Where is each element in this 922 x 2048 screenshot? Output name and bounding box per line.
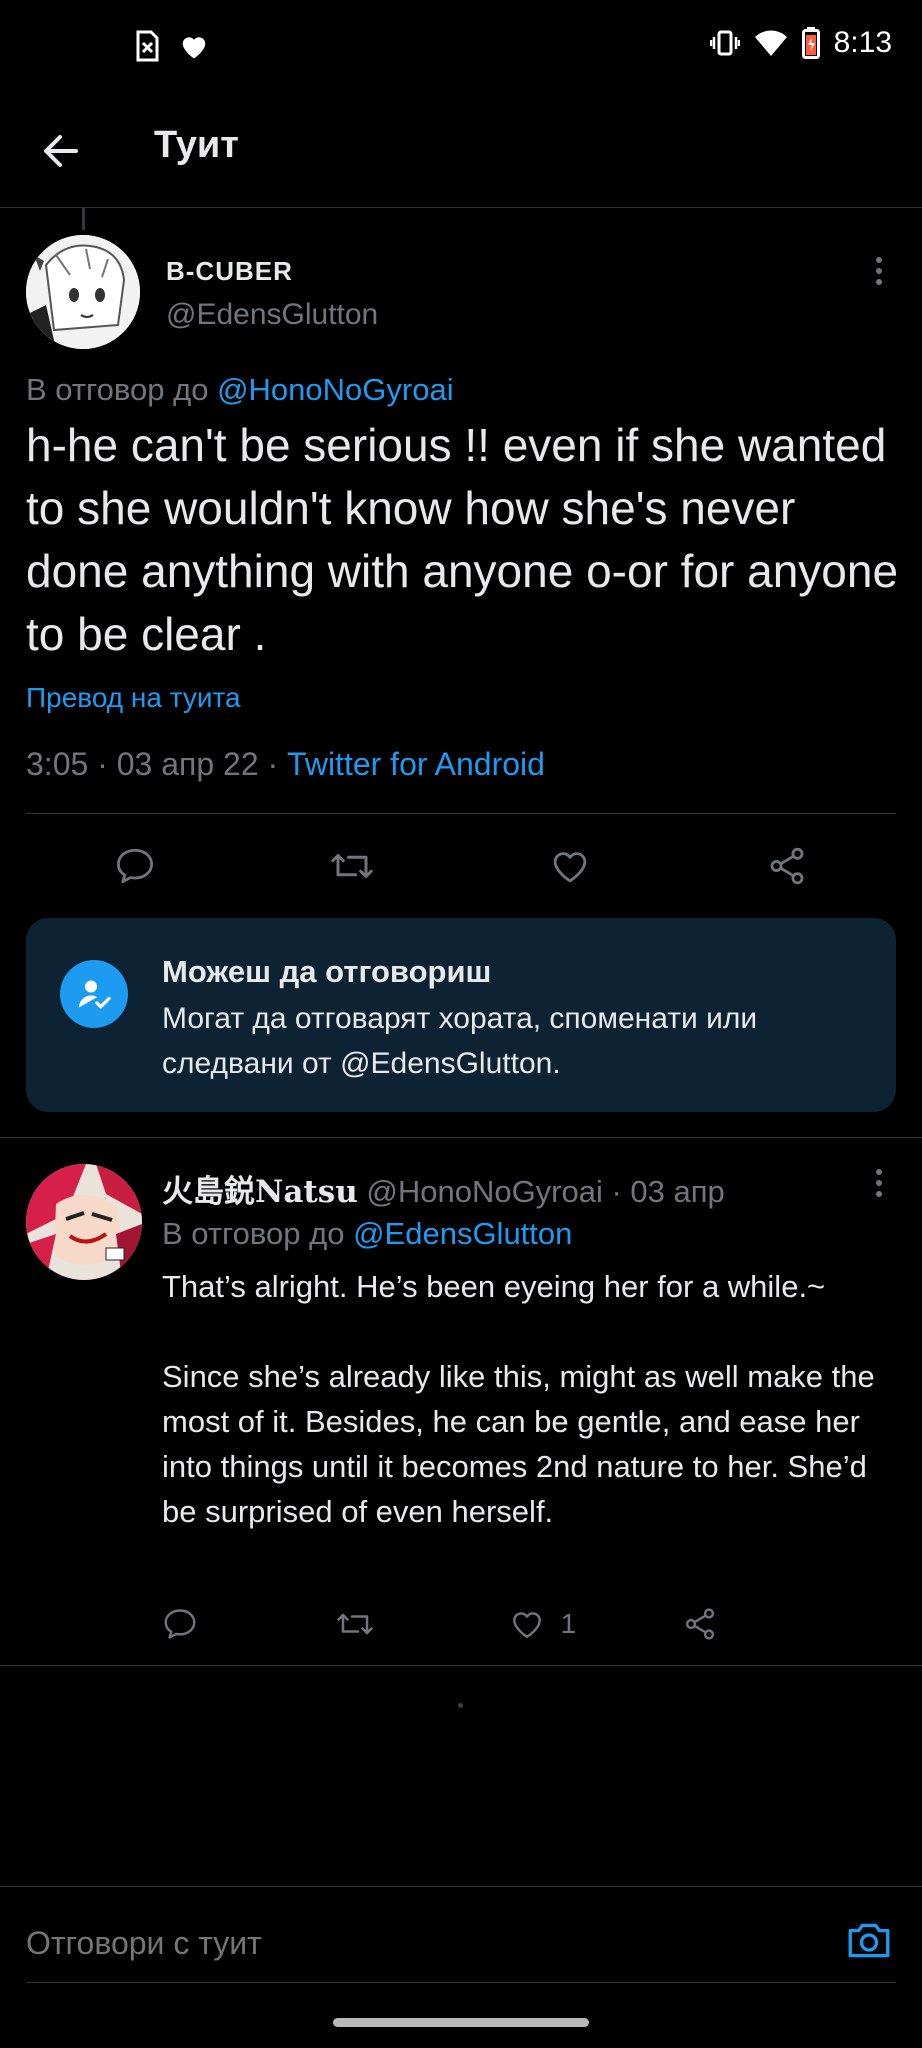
reply-to-link[interactable]: @EdensGlutton — [353, 1216, 572, 1251]
vibrate-icon — [709, 28, 740, 58]
reply-tweet-handle[interactable]: @HonoNoGyroai — [366, 1174, 603, 1209]
reply-tweet-actions: 1 — [162, 1598, 802, 1650]
info-body: Могат да отговарят хората, споменати или… — [162, 1002, 758, 1080]
sim-error-icon — [135, 30, 159, 62]
main-tweet-display-name[interactable]: B-CUBER — [166, 256, 293, 287]
status-bar: 8:13 — [0, 0, 922, 92]
like-icon — [512, 1612, 541, 1638]
main-tweet-avatar[interactable] — [26, 235, 140, 349]
reply-icon — [164, 1609, 196, 1639]
main-tweet-handle[interactable]: @EdensGlutton — [166, 298, 378, 332]
reply-paragraph: Since she’s already like this, might as … — [162, 1359, 875, 1529]
avatar-image — [26, 235, 140, 349]
status-left-icons — [135, 30, 209, 62]
back-button[interactable] — [36, 126, 86, 176]
like-icon — [553, 852, 587, 883]
info-title: Можеш да отговориш — [162, 954, 492, 989]
camera-button[interactable] — [844, 1915, 894, 1965]
reply-prefix: В отговор до — [162, 1216, 354, 1251]
retweet-button[interactable] — [322, 836, 382, 896]
share-button[interactable] — [682, 1594, 802, 1654]
main-tweet-text: h-he can't be serious !! even if she wan… — [26, 419, 899, 660]
reply-paragraph: That’s alright. He’s been eyeing her for… — [162, 1269, 826, 1304]
like-button[interactable]: 1 — [509, 1594, 629, 1654]
like-button[interactable] — [540, 836, 600, 896]
loading-dot — [458, 1703, 463, 1708]
reply-prefix: В отговор до — [26, 372, 218, 407]
reply-tweet-reply-context: В отговор до @EdensGlutton — [162, 1216, 572, 1252]
reply-button[interactable] — [105, 836, 165, 896]
reply-tweet-text: That’s alright. He’s been eyeing her for… — [162, 1264, 902, 1534]
share-button[interactable] — [757, 836, 817, 896]
share-icon — [770, 847, 804, 885]
translate-tweet-link[interactable]: Превод на туита — [26, 682, 241, 714]
reply-button[interactable] — [162, 1594, 282, 1654]
main-tweet-actions — [26, 814, 896, 918]
reply-input[interactable] — [26, 1925, 826, 1962]
main-tweet-timestamp: 3:05 · 03 апр 22 · — [26, 746, 288, 782]
person-check-icon — [60, 960, 128, 1028]
thread-line — [82, 208, 85, 230]
divider — [0, 1137, 922, 1138]
battery-low-icon — [801, 27, 820, 59]
main-tweet-meta: 3:05 · 03 апр 22 · Twitter for Android — [26, 746, 545, 783]
heart-icon — [179, 32, 209, 60]
retweet-icon — [331, 854, 373, 878]
main-tweet-reply-context: В отговор до @HonoNoGyroai — [26, 372, 454, 408]
retweet-button[interactable] — [335, 1594, 455, 1654]
main-tweet-more-button[interactable] — [864, 252, 894, 292]
avatar-image — [26, 1164, 142, 1280]
more-vertical-icon — [876, 1169, 882, 1197]
tweet-source-link[interactable]: Twitter for Android — [287, 746, 545, 782]
reply-tweet-header: 火島鋭Natsu @HonoNoGyroai · 03 апр — [162, 1166, 725, 1211]
arrow-left-icon — [44, 135, 78, 167]
status-right-icons: 8:13 — [709, 26, 892, 60]
reply-tweet-avatar[interactable] — [26, 1164, 142, 1280]
reply-to-link[interactable]: @HonoNoGyroai — [217, 372, 454, 407]
reply-tweet-more-button[interactable] — [864, 1164, 894, 1204]
compose-underline — [26, 1982, 896, 1983]
home-indicator[interactable] — [333, 2018, 589, 2027]
camera-icon — [848, 1923, 890, 1958]
divider — [0, 1665, 922, 1666]
wifi-icon — [754, 29, 788, 57]
reply-tweet-date: · 03 апр — [602, 1174, 725, 1209]
like-count: 1 — [560, 1608, 577, 1639]
compose-bar — [0, 1886, 922, 1986]
status-time: 8:13 — [833, 26, 892, 59]
share-icon — [685, 1608, 715, 1640]
more-vertical-icon — [876, 257, 882, 285]
reply-permission-info: Можеш да отговориш Могат да отговарят хо… — [26, 918, 896, 1112]
page-title: Туит — [154, 124, 239, 166]
reply-icon — [116, 848, 153, 884]
retweet-icon — [337, 1613, 374, 1635]
reply-tweet-display-name[interactable]: 火島鋭Natsu — [162, 1174, 358, 1210]
top-app-bar: Туит — [0, 92, 922, 208]
